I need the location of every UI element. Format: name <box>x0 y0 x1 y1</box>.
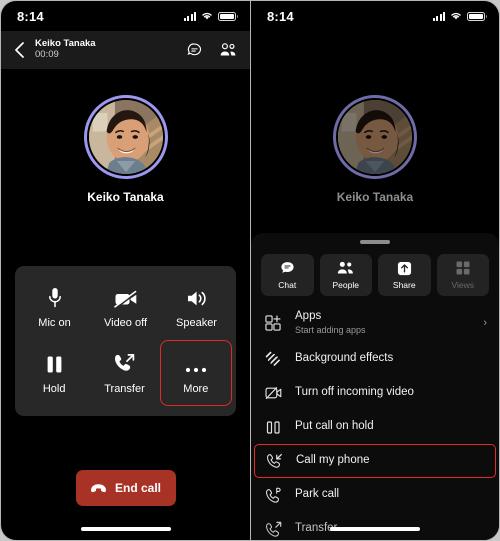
control-label: More <box>183 382 209 395</box>
avatar <box>338 100 412 174</box>
quick-action-label: Views <box>451 280 475 290</box>
control-mic-toggle[interactable]: Mic on <box>19 274 90 340</box>
quick-action-share[interactable]: Share <box>378 254 431 296</box>
call-duration-timer: 00:09 <box>35 49 59 60</box>
menu-item-texts: Turn off incoming video <box>295 386 487 400</box>
avatar-ring <box>333 95 417 179</box>
control-label: Hold <box>42 382 66 395</box>
quick-actions-row: Chat People Share Views <box>251 244 499 296</box>
menu-item-title: Park call <box>295 488 340 501</box>
quick-action-views[interactable]: Views <box>436 254 489 296</box>
control-hold[interactable]: Hold <box>19 340 89 406</box>
control-speaker-toggle[interactable]: Speaker <box>161 274 232 340</box>
call-transfer-icon <box>113 352 135 374</box>
menu-item-park-call[interactable]: Park call <box>251 478 499 512</box>
participant-avatar-left: Keiko Tanaka <box>1 95 250 204</box>
wifi-icon <box>202 12 212 20</box>
call-transfer-icon <box>263 521 283 538</box>
menu-item-texts: Park call <box>295 488 487 502</box>
people-icon <box>337 260 354 276</box>
pause-icon <box>46 352 63 374</box>
menu-item-texts: Put call on hold <box>295 420 487 434</box>
status-time: 8:14 <box>267 8 294 24</box>
chevron-right-icon: › <box>483 317 487 329</box>
quick-action-chat[interactable]: Chat <box>261 254 314 296</box>
cellular-signal-icon <box>183 11 196 21</box>
video-off-box-icon <box>263 386 283 400</box>
share-upload-icon <box>397 260 412 276</box>
cellular-signal-icon <box>432 11 445 21</box>
menu-item-texts: Apps Start adding apps <box>295 310 471 336</box>
end-call-handset-icon <box>90 483 107 493</box>
menu-item-title: Apps <box>295 310 322 323</box>
menu-item-title: Turn off incoming video <box>295 386 414 399</box>
call-controls-row-1: Mic on Video off Speaker <box>19 274 232 340</box>
call-inbound-icon <box>264 453 284 470</box>
phone-left-in-call-screen: 8:14 Keiko Tanaka 00:09 Keiko Tanaka Mic… <box>0 0 250 541</box>
call-controls-panel: Mic on Video off Speaker Hold Transfer M… <box>15 266 236 416</box>
avatar <box>88 100 163 174</box>
home-indicator <box>330 527 420 531</box>
menu-item-put-call-on-hold[interactable]: Put call on hold <box>251 410 499 444</box>
call-header-bar: Keiko Tanaka 00:09 <box>1 31 250 69</box>
menu-item-texts: Call my phone <box>296 454 486 468</box>
status-bar-right: 8:14 <box>251 1 499 31</box>
control-label: Video off <box>103 316 148 329</box>
end-call-area: End call <box>1 470 250 506</box>
status-bar-left: 8:14 <box>1 1 250 31</box>
menu-item-background-effects[interactable]: Background effects <box>251 342 499 376</box>
quick-action-label: Share <box>392 280 416 290</box>
battery-icon <box>218 11 238 21</box>
menu-item-subtitle: Start adding apps <box>295 325 366 335</box>
control-label: Transfer <box>104 382 145 395</box>
phone-right-more-menu-screen: 8:14 Keiko Tanaka Chat People Share View… <box>250 0 500 541</box>
end-call-label: End call <box>114 481 161 495</box>
video-off-icon <box>113 286 138 308</box>
call-controls-row-2: Hold Transfer More <box>19 340 232 406</box>
people-icon[interactable] <box>218 40 238 60</box>
apps-grid-icon <box>263 315 283 331</box>
participant-name: Keiko Tanaka <box>336 190 414 204</box>
status-icons <box>432 11 487 21</box>
menu-item-apps[interactable]: Apps Start adding apps › <box>251 304 499 342</box>
more-dots-icon <box>184 352 208 374</box>
wifi-icon <box>451 12 461 20</box>
call-header-actions <box>184 40 238 60</box>
speaker-icon <box>186 286 208 308</box>
call-park-icon <box>263 487 283 504</box>
pause-icon <box>263 420 283 435</box>
more-options-menu: Apps Start adding apps › Background effe… <box>251 296 499 540</box>
quick-action-people[interactable]: People <box>319 254 372 296</box>
chat-bubble-icon <box>280 260 295 276</box>
menu-item-call-my-phone[interactable]: Call my phone <box>254 444 496 478</box>
quick-action-label: People <box>332 280 359 290</box>
quick-action-label: Chat <box>278 280 297 290</box>
control-transfer[interactable]: Transfer <box>89 340 159 406</box>
status-time: 8:14 <box>17 8 44 24</box>
home-indicator <box>80 527 171 531</box>
back-chevron-icon[interactable] <box>9 40 29 60</box>
status-icons <box>183 11 238 21</box>
call-header-texts: Keiko Tanaka 00:09 <box>35 38 178 61</box>
battery-icon <box>467 11 487 21</box>
microphone-icon <box>48 286 62 308</box>
control-more[interactable]: More <box>159 340 232 406</box>
chat-bubble-icon[interactable] <box>184 40 204 60</box>
menu-item-texts: Background effects <box>295 352 487 366</box>
control-label: Speaker <box>176 316 217 329</box>
grid-views-icon <box>456 260 470 276</box>
participant-name: Keiko Tanaka <box>87 190 164 204</box>
control-label: Mic on <box>38 316 71 329</box>
menu-item-title: Put call on hold <box>295 420 374 433</box>
more-options-sheet: Chat People Share Views Apps Start addin… <box>251 233 499 540</box>
avatar-ring <box>83 95 168 179</box>
menu-item-title: Background effects <box>295 352 394 365</box>
background-effects-icon <box>263 351 283 367</box>
participant-avatar-right: Keiko Tanaka <box>251 95 499 204</box>
menu-item-title: Call my phone <box>296 454 370 467</box>
dual-phone-screenshot: 8:14 Keiko Tanaka 00:09 Keiko Tanaka Mic… <box>0 0 500 541</box>
menu-item-turn-off-incoming-video[interactable]: Turn off incoming video <box>251 376 499 410</box>
control-video-toggle[interactable]: Video off <box>90 274 161 340</box>
end-call-button[interactable]: End call <box>75 470 176 506</box>
